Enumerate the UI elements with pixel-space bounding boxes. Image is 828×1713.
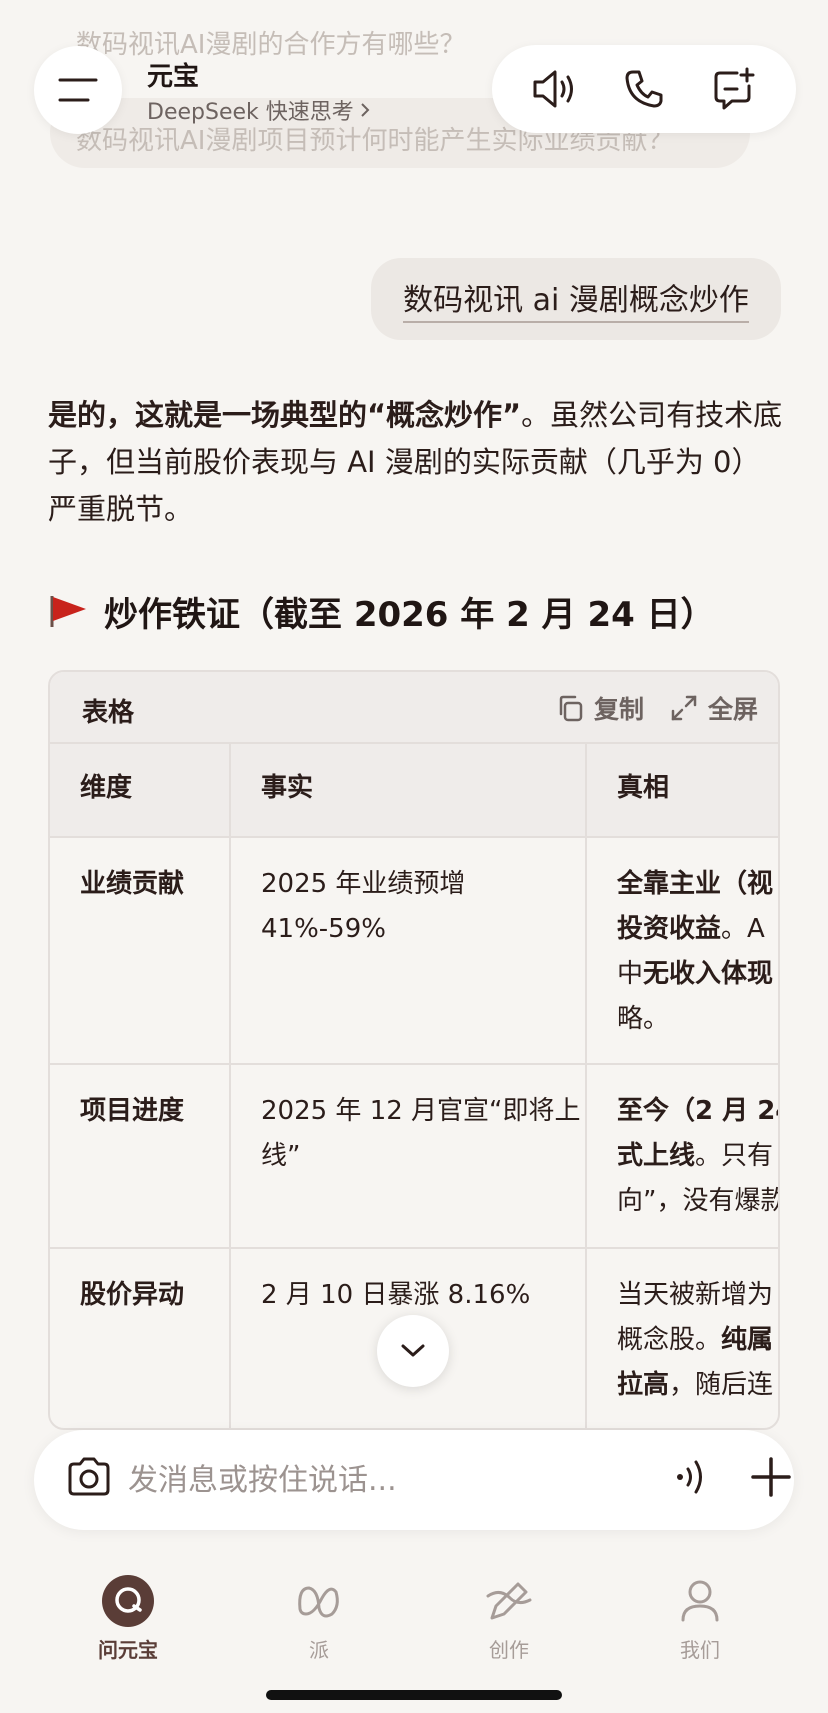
table-row: 业绩贡献 2025 年业绩预增 41%-59% 全靠主业（视 投资收益。A 中无… [50,837,778,1065]
truth-text: 投资收益 [617,914,722,944]
cell-truth: 至今（2 月 24 式上线。只有 向”，没有爆款 [586,1064,780,1249]
header-truth: 真相 [586,744,778,838]
chat-bubble-icon [102,1575,154,1627]
header-fact: 事实 [230,744,587,838]
person-icon [681,1580,719,1622]
truth-text: 概念股。 [617,1325,722,1355]
cell-fact: 2025 年业绩预增 41%-59% [230,837,587,1065]
expand-icon [671,695,697,721]
infinity-icon [298,1586,339,1618]
cell-fact: 2025 年 12 月官宣“即将上线” [230,1064,587,1249]
home-indicator [266,1690,562,1700]
answer-bold-intro: 是的，这就是一场典型的“概念炒作” [48,398,522,432]
truth-text: 无收入体现 [643,959,774,989]
new-chat-icon [714,67,755,110]
truth-text: 拉高 [617,1370,670,1400]
truth-text: 式上线 [617,1141,696,1171]
copy-icon [559,695,583,722]
speaker-icon [533,70,573,108]
truth-text: 。A [721,914,765,944]
page-title: 元宝 [147,62,200,92]
cell-dimension: 业绩贡献 [50,837,231,1065]
cell-truth: 当天被新增为 概念股。纯属 拉高，随后连 [586,1248,778,1428]
bottom-navigation: 问元宝 派 创作 我们 [0,1560,828,1680]
cell-truth: 全靠主业（视 投资收益。A 中无收入体现 略。 [586,837,778,1065]
nav-item-create[interactable]: 创作 [454,1574,564,1663]
truth-text: 全靠主业（视 [617,869,774,899]
truth-text: 当天被新增为 [617,1280,774,1310]
menu-button[interactable] [34,46,122,134]
add-button[interactable] [746,1452,796,1506]
phone-icon [625,70,663,108]
menu-icon [58,78,98,102]
nav-item-pai[interactable]: 派 [264,1574,374,1663]
table-row: 项目进度 2025 年 12 月官宣“即将上线” 至今（2 月 24 式上线。只… [50,1064,780,1249]
nav-label: 我们 [680,1638,720,1662]
pen-icon [486,1582,532,1620]
message-input[interactable] [128,1456,568,1504]
assistant-answer: 是的，这就是一场典型的“概念炒作”。虽然公司有技术底子，但当前股价表现与 AI … [48,392,788,533]
fullscreen-button[interactable]: 全屏 [670,690,758,726]
speaker-button[interactable] [527,61,583,117]
truth-text: 至今（2 月 24 [617,1096,780,1126]
table-toolbar: 表格 复制 全屏 [50,672,778,744]
message-input-bar [34,1430,794,1530]
chevron-down-icon [401,1344,425,1357]
model-selector[interactable]: DeepSeek 快速思考 [147,94,370,126]
header-actions [492,45,796,133]
header-dimension: 维度 [50,744,231,838]
phone-button[interactable] [616,61,672,117]
section-title: 炒作铁证（截至 2026 年 2 月 24 日） [104,594,715,635]
cell-dimension: 股价异动 [50,1248,231,1428]
nav-item-ask[interactable]: 问元宝 [73,1574,183,1663]
section-heading: 炒作铁证（截至 2026 年 2 月 24 日） [48,586,715,636]
nav-label: 派 [309,1638,329,1662]
voice-wave-icon [677,1460,702,1494]
user-message-bubble[interactable]: 数码视讯 ai 漫剧概念炒作 [371,258,781,340]
camera-icon [68,1457,110,1496]
table-title: 表格 [82,698,135,728]
user-message-text: 数码视讯 ai 漫剧概念炒作 [403,275,749,323]
nav-item-us[interactable]: 我们 [645,1574,755,1663]
fullscreen-label: 全屏 [707,695,758,724]
chevron-right-icon [361,103,370,117]
model-label: DeepSeek 快速思考 [147,100,354,125]
truth-text: ，随后连 [669,1370,774,1400]
red-flag-icon [50,596,86,627]
new-chat-button[interactable] [705,61,761,117]
truth-text: 。只有 [695,1141,774,1171]
nav-label: 问元宝 [98,1638,158,1662]
nav-label: 创作 [489,1638,529,1662]
cell-dimension: 项目进度 [50,1064,231,1249]
truth-text: 向”，没有爆款 [617,1186,780,1216]
voice-button[interactable] [668,1452,718,1506]
copy-button[interactable]: 复制 [556,690,644,726]
camera-button[interactable] [64,1452,114,1506]
table-header-row: 维度 事实 真相 [50,744,778,838]
truth-text: 中 [617,959,644,989]
suggestion-text-1[interactable]: 数码视讯AI漫剧的合作方有哪些？ [76,24,465,61]
scroll-down-button[interactable] [377,1315,449,1387]
table-actions: 复制 全屏 [556,690,758,726]
copy-label: 复制 [593,695,644,724]
truth-text: 纯属 [721,1325,774,1355]
truth-text: 略。 [617,1004,670,1034]
plus-icon [751,1457,791,1497]
